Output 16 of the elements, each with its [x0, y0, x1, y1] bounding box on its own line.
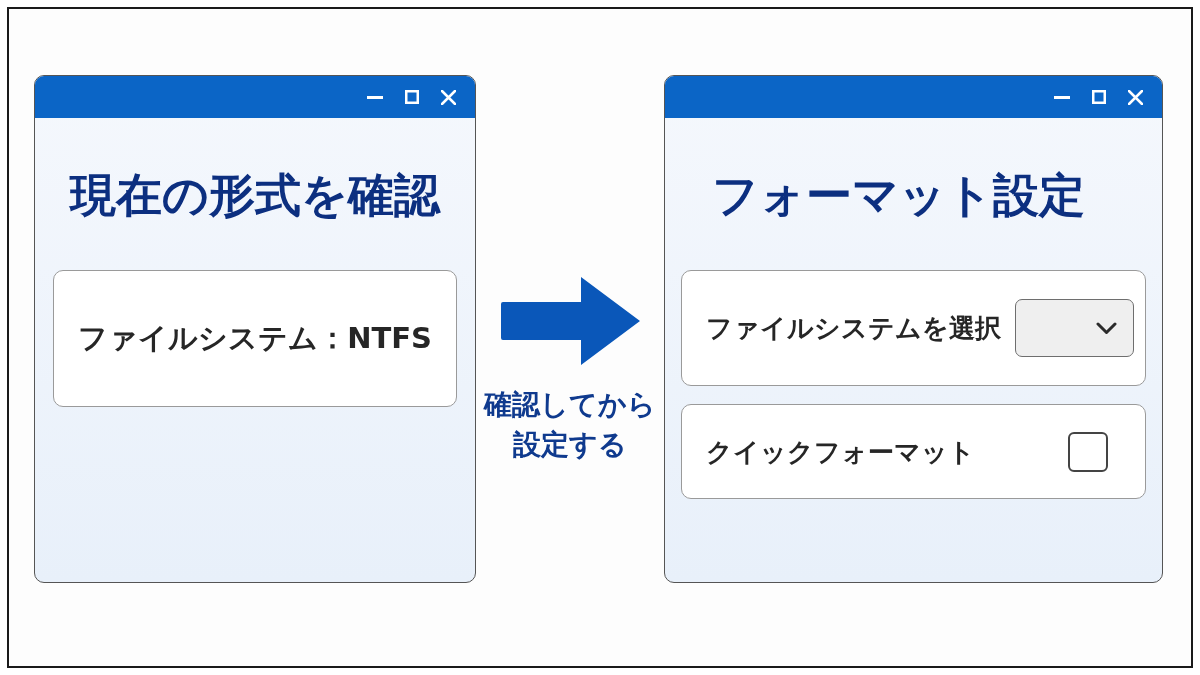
window-heading: 現在の形式を確認: [70, 172, 440, 218]
minimize-icon[interactable]: [1054, 95, 1070, 99]
checkbox[interactable]: [1068, 431, 1108, 472]
close-icon[interactable]: [1128, 89, 1143, 105]
dropdown[interactable]: [1015, 299, 1134, 357]
minimize-icon[interactable]: [367, 95, 383, 99]
arrow-caption: 確認してから設定する: [482, 387, 657, 463]
close-icon[interactable]: [441, 89, 456, 105]
maximize-icon[interactable]: [1092, 90, 1106, 104]
file-system-text: ファイルシステム：NTFS: [78, 324, 432, 353]
option-label: クイックフォーマット: [706, 438, 975, 465]
chevron-down-icon: [1096, 321, 1117, 335]
option-label: ファイルシステムを選択: [706, 315, 1001, 341]
arrow-right-icon: [500, 277, 640, 365]
maximize-icon[interactable]: [405, 90, 419, 104]
window-heading: フォーマット設定: [712, 172, 1085, 218]
